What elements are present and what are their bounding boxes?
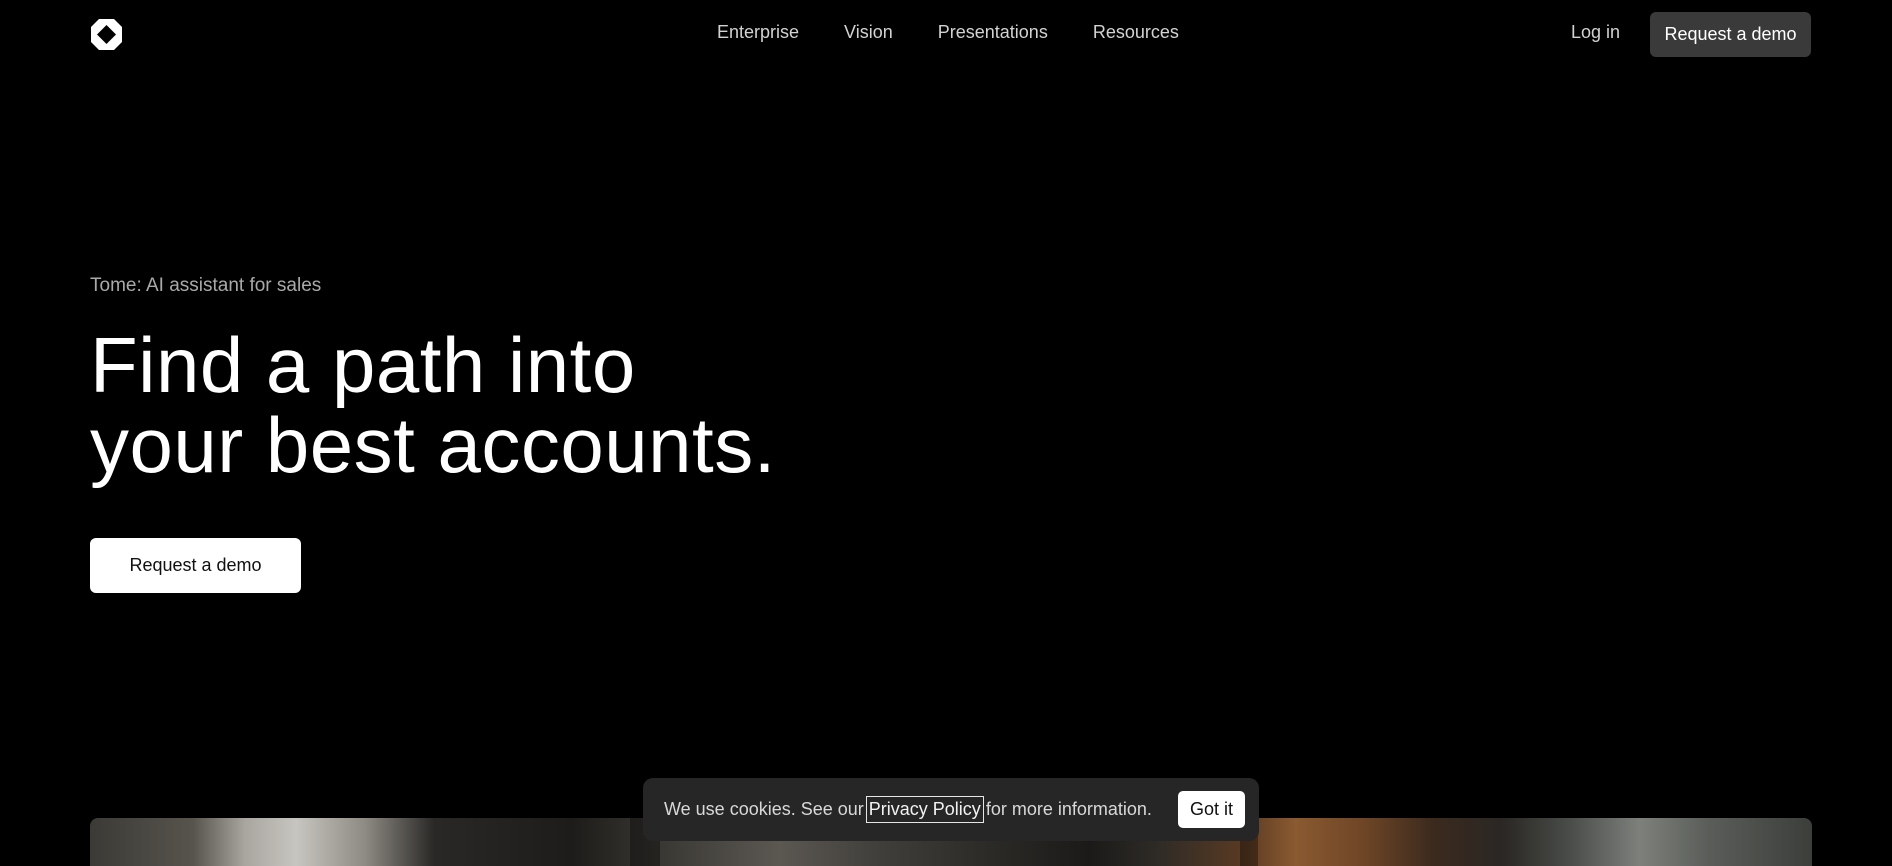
- hero-headline-line-1: Find a path into: [90, 321, 636, 409]
- logo-link[interactable]: [90, 18, 123, 51]
- hero-request-demo-button[interactable]: Request a demo: [90, 538, 301, 593]
- login-link[interactable]: Log in: [1571, 22, 1620, 43]
- nav-item-vision[interactable]: Vision: [844, 22, 893, 43]
- main-nav: Enterprise Vision Presentations Resource…: [717, 22, 1179, 43]
- page: Enterprise Vision Presentations Resource…: [0, 0, 1892, 866]
- cookie-text-before: We use cookies. See our: [664, 799, 864, 819]
- cookie-banner: We use cookies. See our Privacy Policy f…: [643, 778, 1259, 841]
- hero-eyebrow: Tome: AI assistant for sales: [90, 275, 322, 296]
- cookie-text-after: for more information.: [985, 799, 1152, 819]
- privacy-policy-link[interactable]: Privacy Policy: [865, 796, 984, 823]
- nav-item-enterprise[interactable]: Enterprise: [717, 22, 799, 43]
- site-header: Enterprise Vision Presentations Resource…: [0, 0, 1892, 68]
- header-request-demo-button[interactable]: Request a demo: [1650, 12, 1811, 57]
- hero-headline-line-2: your best accounts.: [90, 401, 776, 489]
- tome-logo-icon: [91, 19, 122, 50]
- nav-item-resources[interactable]: Resources: [1093, 22, 1179, 43]
- cookie-message: We use cookies. See our Privacy Policy f…: [664, 796, 1152, 823]
- hero-headline: Find a path into your best accounts.: [90, 325, 776, 485]
- nav-item-presentations[interactable]: Presentations: [938, 22, 1048, 43]
- cookie-accept-button[interactable]: Got it: [1178, 791, 1245, 828]
